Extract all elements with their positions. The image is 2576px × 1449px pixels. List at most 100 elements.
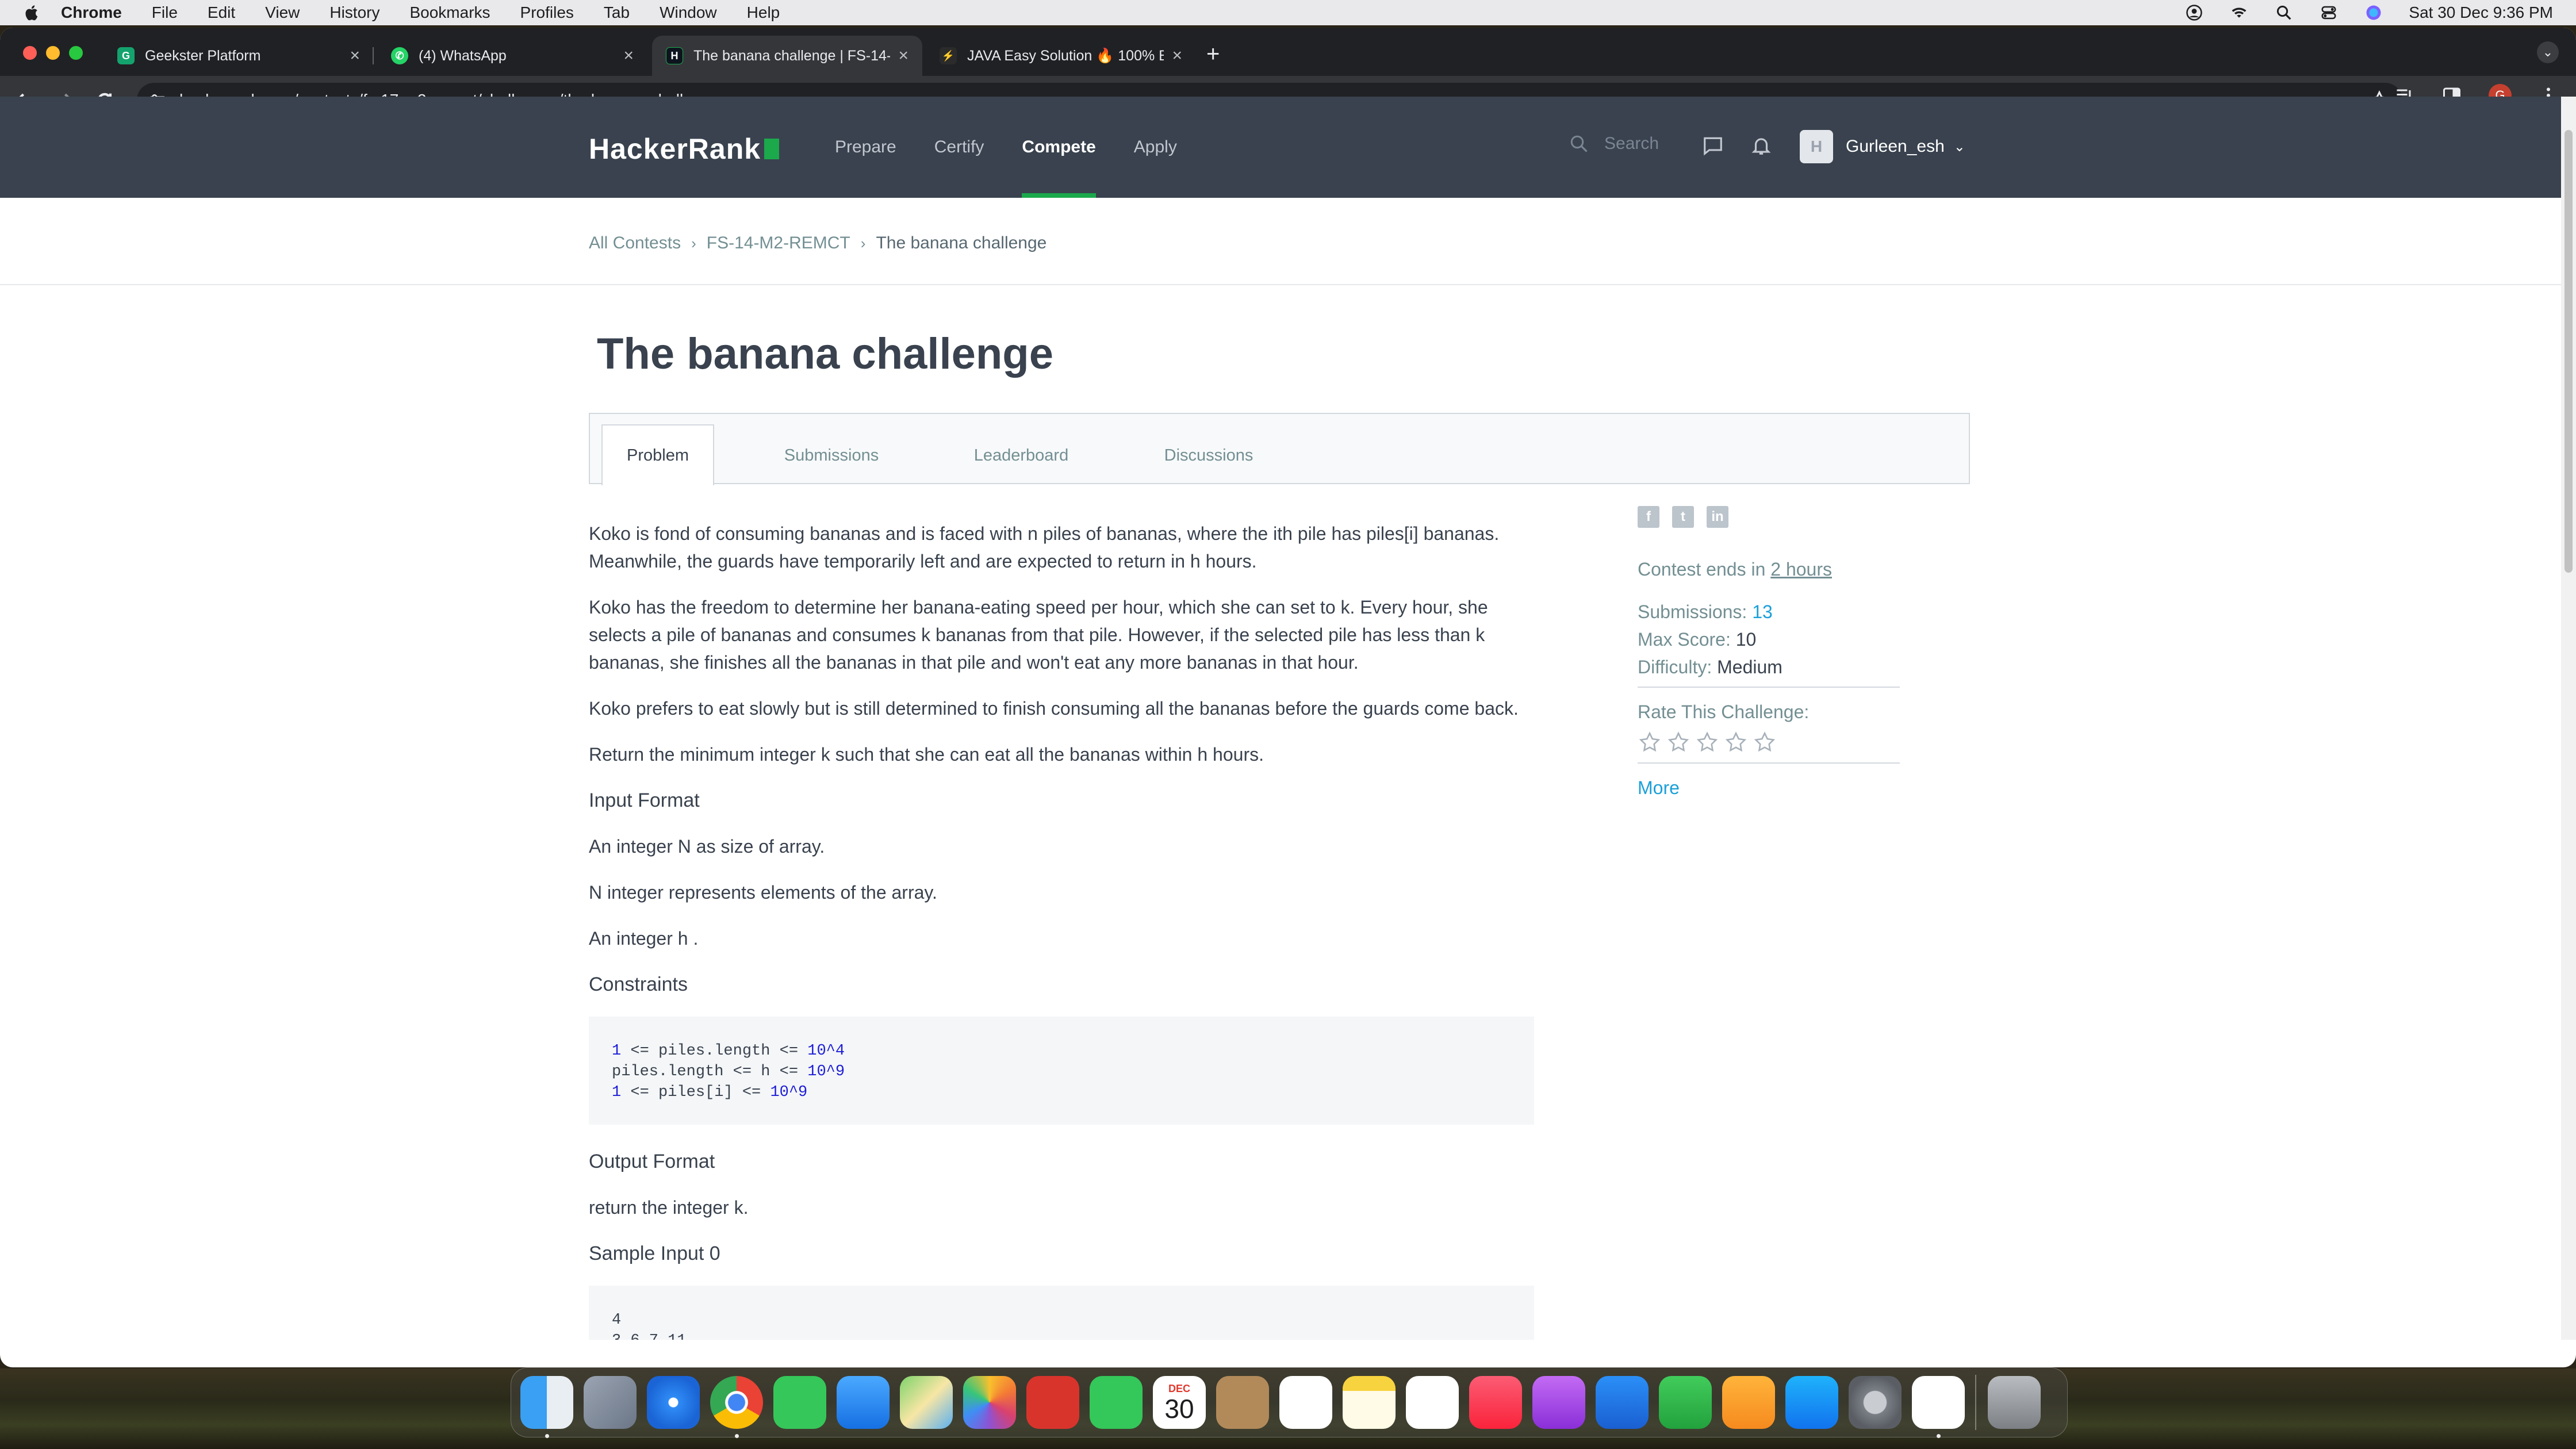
spotlight-search-icon[interactable] [2274,4,2294,21]
username: Gurleen_esh [1846,137,1945,156]
menu-profiles[interactable]: Profiles [520,3,574,22]
freeform-icon[interactable] [1406,1376,1459,1429]
notes-icon[interactable] [1343,1376,1396,1429]
pages-icon[interactable] [1722,1376,1775,1429]
tab-discussions[interactable]: Discussions [1145,425,1272,485]
chevron-down-icon: ⌄ [1953,139,1965,155]
sample-input-line: 4 [612,1312,622,1329]
control-center-icon[interactable] [2319,4,2339,21]
tab-search-button[interactable]: ⌄ [2537,41,2559,63]
messages-app-icon[interactable] [773,1376,826,1429]
menu-clock[interactable]: Sat 30 Dec 9:36 PM [2409,3,2553,22]
tab-problem[interactable]: Problem [601,424,714,485]
keynote-icon[interactable] [1596,1376,1649,1429]
podcasts-icon[interactable] [1532,1376,1585,1429]
twitter-share-icon[interactable]: t [1672,506,1694,528]
facebook-share-icon[interactable]: f [1638,506,1659,528]
browser-tab-geekster[interactable]: G Geekster Platform × [103,36,374,76]
user-account-icon[interactable] [2184,4,2204,21]
launchpad-icon[interactable] [584,1376,637,1429]
music-icon[interactable] [1469,1376,1522,1429]
menu-file[interactable]: File [152,3,178,22]
menu-tab[interactable]: Tab [604,3,630,22]
contacts-icon[interactable] [1216,1376,1269,1429]
menu-help[interactable]: Help [747,3,780,22]
sample-input-line: 3 6 7 11 [612,1331,1511,1340]
output-format-heading: Output Format [589,1151,715,1172]
reminders-icon[interactable] [1279,1376,1332,1429]
nav-apply[interactable]: Apply [1134,97,1177,198]
safari-icon[interactable] [647,1376,700,1429]
close-tab-icon[interactable]: × [623,46,634,66]
search-input[interactable]: Search [1569,133,1659,154]
maps-icon[interactable] [900,1376,953,1429]
menu-edit[interactable]: Edit [208,3,235,22]
trash-icon[interactable] [1988,1376,2041,1429]
notifications-bell-icon[interactable] [1750,135,1772,156]
minimize-window-button[interactable] [46,46,60,60]
apple-logo-icon[interactable] [23,4,39,21]
scrollbar-thumb[interactable] [2564,130,2573,573]
wifi-icon[interactable] [2229,4,2249,21]
tab-submissions[interactable]: Submissions [768,425,895,485]
difficulty-label: Difficulty: [1638,657,1718,677]
chevron-right-icon: › [860,234,866,252]
sample-input-code-block: 4 3 6 7 11 [589,1286,1534,1340]
zoom-window-button[interactable] [69,46,83,60]
menu-history[interactable]: History [329,3,379,22]
avatar: H [1800,130,1833,163]
page-title: The banana challenge [597,329,1053,378]
page-scrollbar[interactable] [2561,97,2576,1340]
menu-app-name[interactable]: Chrome [61,3,122,22]
app-store-icon[interactable] [1785,1376,1838,1429]
breadcrumb-contest[interactable]: FS-14-M2-REMCT [707,233,850,253]
numbers-icon[interactable] [1659,1376,1712,1429]
user-menu[interactable]: H Gurleen_esh ⌄ [1800,130,1965,163]
new-tab-button[interactable]: + [1206,43,1220,66]
close-window-button[interactable] [23,46,37,60]
leetcode-favicon-icon: ⚡ [940,47,957,64]
hackerrank-favicon-icon: H [666,47,683,64]
photos-icon[interactable] [963,1376,1016,1429]
photo-booth-icon[interactable] [1026,1376,1079,1429]
tab-leaderboard[interactable]: Leaderboard [958,425,1084,485]
submissions-count-link[interactable]: 13 [1752,601,1773,622]
menu-window[interactable]: Window [660,3,717,22]
nav-certify[interactable]: Certify [934,97,984,198]
system-settings-icon[interactable] [1849,1376,1902,1429]
nav-prepare[interactable]: Prepare [835,97,896,198]
browser-tab-banana-challenge[interactable]: H The banana challenge | FS-14- × [652,36,922,76]
messages-icon[interactable] [1702,135,1724,156]
star-icon[interactable] [1724,730,1748,754]
star-icon[interactable] [1666,730,1690,754]
breadcrumb-all-contests[interactable]: All Contests [589,233,681,253]
geekster-favicon-icon: G [117,47,135,64]
close-tab-icon[interactable]: × [898,46,908,66]
browser-tab-whatsapp[interactable]: ✆ (4) WhatsApp × [377,36,647,76]
difficulty-value: Medium [1717,657,1782,677]
chrome-icon[interactable] [710,1376,763,1438]
star-icon[interactable] [1753,730,1777,754]
submissions-label: Submissions: [1638,601,1753,622]
menu-view[interactable]: View [265,3,300,22]
nav-compete[interactable]: Compete [1022,97,1097,198]
linkedin-share-icon[interactable]: in [1707,506,1728,528]
tab-title: JAVA Easy Solution 🔥 100% B [967,47,1164,64]
star-icon[interactable] [1695,730,1719,754]
hackerrank-logo[interactable]: HackerRank [589,132,780,166]
close-tab-icon[interactable]: × [350,46,360,66]
facetime-icon[interactable] [1090,1376,1143,1429]
contest-ends-value[interactable]: 2 hours [1770,559,1832,580]
star-icon[interactable] [1638,730,1662,754]
more-link[interactable]: More [1638,777,1680,798]
mail-icon[interactable] [837,1376,890,1429]
finder-icon[interactable] [520,1376,573,1438]
close-tab-icon[interactable]: × [1172,46,1182,66]
browser-tab-java-solution[interactable]: ⚡ JAVA Easy Solution 🔥 100% B × [926,36,1196,76]
tab-strip: G Geekster Platform × ✆ (4) WhatsApp × H… [0,28,2576,76]
vscode-icon[interactable] [1912,1376,1965,1438]
menu-bookmarks[interactable]: Bookmarks [409,3,490,22]
breadcrumb-bar: All Contests › FS-14-M2-REMCT › The bana… [0,198,2561,285]
siri-icon[interactable] [2364,4,2383,21]
calendar-icon[interactable]: DEC 30 [1153,1376,1206,1429]
